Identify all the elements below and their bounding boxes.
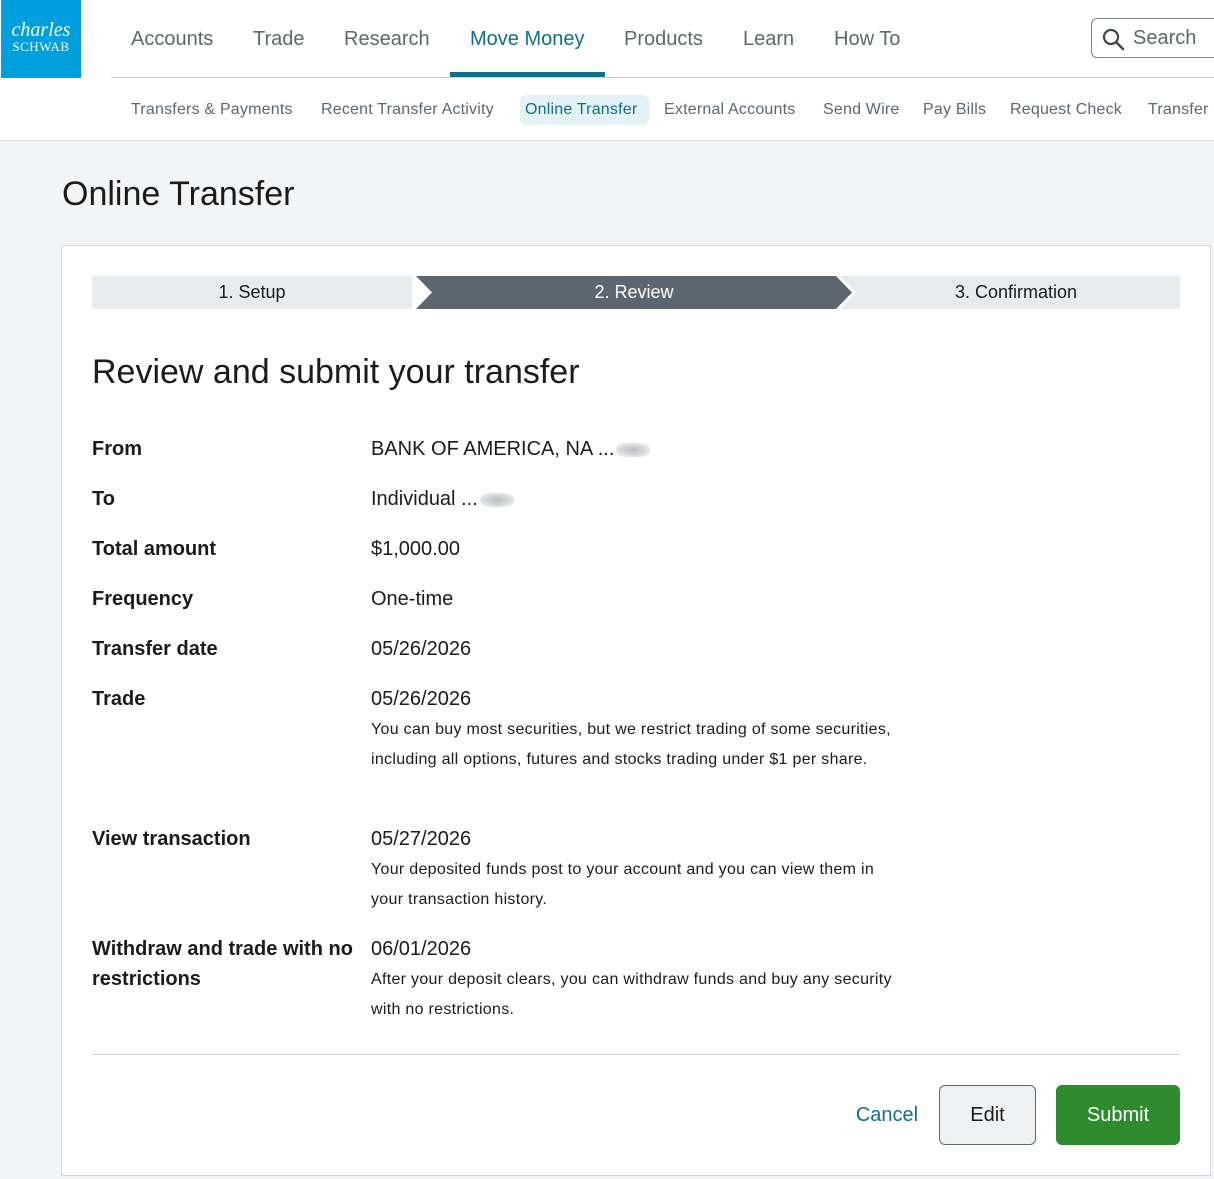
actions-divider: [92, 1054, 1180, 1055]
withdraw-note: After your deposit clears, you can withd…: [371, 971, 892, 1018]
logo-line-1: charles: [11, 19, 71, 41]
amount-label: Total amount: [92, 538, 217, 560]
main-navigation: Accounts Trade Research Move Money Produ…: [111, 0, 1214, 78]
search-button[interactable]: Search: [1091, 18, 1214, 58]
masked-account-number: [479, 492, 514, 507]
active-nav-indicator: [450, 72, 605, 77]
site-header: charles SCHWAB Accounts Trade Research M…: [0, 0, 1214, 141]
transfer-date-value: 05/26/2026: [371, 638, 472, 660]
search-label: Search: [1133, 27, 1197, 49]
step-setup: 1. Setup: [92, 276, 412, 309]
to-account: Individual ...: [371, 488, 478, 510]
view-transaction-label: View transaction: [92, 828, 251, 850]
subnav-external-accounts[interactable]: External Accounts: [664, 101, 795, 119]
view-transaction-date: 05/27/2026: [371, 828, 472, 850]
cancel-button[interactable]: Cancel: [846, 1093, 928, 1137]
trade-label: Trade: [92, 688, 146, 710]
amount-value: $1,000.00: [371, 538, 460, 560]
from-value: BANK OF AMERICA, NA ...: [371, 434, 911, 464]
nav-how-to[interactable]: How To: [834, 26, 900, 52]
nav-move-money[interactable]: Move Money: [470, 26, 585, 52]
trade-date: 05/26/2026: [371, 688, 472, 710]
nav-products[interactable]: Products: [624, 26, 703, 52]
step-confirmation: 3. Confirmation: [840, 276, 1180, 309]
trade-note: You can buy most securities, but we rest…: [371, 721, 891, 768]
from-account: BANK OF AMERICA, NA ...: [371, 438, 615, 460]
subnav-recent-transfer-activity[interactable]: Recent Transfer Activity: [321, 101, 494, 119]
charles-schwab-logo[interactable]: charles SCHWAB: [1, 0, 81, 78]
masked-account-number: [616, 442, 651, 457]
submit-button[interactable]: Submit: [1056, 1085, 1180, 1145]
logo-line-2: SCHWAB: [12, 39, 70, 54]
search-icon: [1102, 28, 1125, 51]
subnav-transfer[interactable]: Transfer: [1148, 101, 1209, 119]
step-confirmation-label: 3. Confirmation: [954, 282, 1078, 302]
review-heading: Review and submit your transfer: [92, 353, 580, 391]
to-value: Individual ...: [371, 484, 911, 514]
frequency-value: One-time: [371, 588, 454, 610]
page-title: Online Transfer: [62, 175, 295, 213]
view-transaction-note: Your deposited funds post to your accoun…: [371, 861, 875, 908]
nav-research[interactable]: Research: [344, 26, 430, 52]
subnav-request-check[interactable]: Request Check: [1010, 101, 1122, 119]
edit-button[interactable]: Edit: [939, 1085, 1036, 1145]
nav-accounts[interactable]: Accounts: [131, 26, 213, 52]
frequency-label: Frequency: [92, 588, 194, 610]
progress-steps: 1. Setup 2. Review 3. Confirmation: [92, 276, 1180, 309]
subnav-send-wire[interactable]: Send Wire: [823, 101, 900, 119]
from-label: From: [92, 438, 142, 460]
subnav-pay-bills[interactable]: Pay Bills: [923, 101, 986, 119]
transfer-date-label: Transfer date: [92, 638, 218, 660]
step-review: 2. Review: [416, 276, 852, 309]
nav-learn[interactable]: Learn: [743, 26, 794, 52]
withdraw-date: 06/01/2026: [371, 938, 472, 960]
nav-trade[interactable]: Trade: [253, 26, 305, 52]
to-label: To: [92, 488, 115, 510]
withdraw-label: Withdraw and trade with no restrictions: [92, 938, 353, 990]
subnav-online-transfer[interactable]: Online Transfer: [525, 101, 637, 119]
subnav-transfers-payments[interactable]: Transfers & Payments: [131, 101, 293, 119]
